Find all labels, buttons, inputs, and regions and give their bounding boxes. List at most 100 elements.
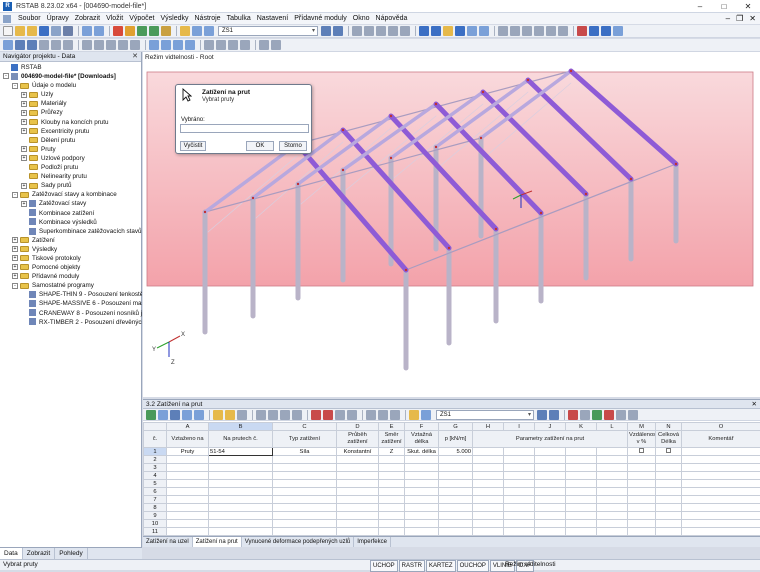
column-letter[interactable]: L — [597, 423, 628, 431]
tree-item[interactable]: +Pomocné objekty — [0, 263, 142, 272]
status-cartesian[interactable]: KARTEZ — [426, 560, 456, 572]
table-copy-icon[interactable] — [225, 410, 235, 420]
table-paste-icon[interactable] — [237, 410, 247, 420]
tree-item[interactable]: +Zatížení — [0, 236, 142, 245]
table-cell[interactable] — [405, 496, 439, 504]
tool-d-icon[interactable] — [534, 26, 544, 36]
table-cell[interactable]: Konstantní — [337, 448, 379, 456]
table-cell[interactable] — [337, 464, 379, 472]
expand-icon[interactable]: + — [12, 255, 18, 261]
tab-imperfections[interactable]: Imperfekce — [354, 537, 391, 547]
table-cell[interactable] — [566, 480, 597, 488]
table-cell[interactable] — [405, 456, 439, 464]
table-row[interactable]: 6 — [144, 488, 760, 496]
table-cell[interactable] — [379, 488, 405, 496]
tool-e-icon[interactable] — [546, 26, 556, 36]
table-cell[interactable]: Pruty — [167, 448, 209, 456]
child-restore-button[interactable]: ❐ — [736, 13, 743, 25]
tree-item[interactable]: -Zatěžovací stavy a kombinace — [0, 190, 142, 199]
navigator-icon[interactable] — [204, 26, 214, 36]
table-cell[interactable] — [504, 480, 535, 488]
table-cell[interactable] — [535, 512, 566, 520]
table-cell[interactable] — [566, 472, 597, 480]
table-cell[interactable] — [405, 488, 439, 496]
tree-item[interactable]: Nelinearity prutu — [0, 172, 142, 181]
table-cell[interactable] — [535, 504, 566, 512]
tree-item[interactable]: RSTAB — [0, 63, 142, 72]
calculate-icon[interactable] — [113, 26, 123, 36]
expand-icon[interactable]: + — [12, 273, 18, 279]
selected-input[interactable] — [180, 124, 309, 133]
support-icon[interactable] — [39, 40, 49, 50]
table-cell[interactable] — [504, 520, 535, 528]
table-cell[interactable] — [405, 472, 439, 480]
table-cell[interactable] — [167, 464, 209, 472]
table-row[interactable]: 5 — [144, 480, 760, 488]
table-row[interactable]: 3 — [144, 464, 760, 472]
node-point[interactable] — [630, 178, 632, 180]
tree-item[interactable]: CRANEWAY 8 - Posouzení nosníků je — [0, 309, 142, 318]
table-cell[interactable] — [566, 456, 597, 464]
collapse-icon[interactable]: - — [3, 73, 9, 79]
expand-icon[interactable]: + — [12, 237, 18, 243]
open-icon[interactable] — [15, 26, 25, 36]
table-cell[interactable] — [405, 520, 439, 528]
maximize-button[interactable]: □ — [712, 0, 736, 13]
table-units-icon[interactable] — [409, 410, 419, 420]
status-grid[interactable]: RASTR — [399, 560, 425, 572]
table-cell[interactable] — [273, 456, 337, 464]
node-point[interactable] — [480, 137, 482, 139]
table-import-icon[interactable] — [335, 410, 345, 420]
menu-vysledky[interactable]: Výsledky — [157, 13, 191, 25]
menu-vypocet[interactable]: Výpočet — [126, 13, 157, 25]
table-row[interactable]: 9 — [144, 512, 760, 520]
copy-icon[interactable] — [94, 40, 104, 50]
table-cell[interactable] — [273, 464, 337, 472]
table-cell[interactable] — [167, 480, 209, 488]
render-1-icon[interactable] — [419, 26, 429, 36]
table-cell[interactable]: Síla — [273, 448, 337, 456]
comment-icon[interactable] — [173, 40, 183, 50]
render-5-icon[interactable] — [467, 26, 477, 36]
table-cell[interactable] — [628, 448, 656, 456]
table-cell[interactable] — [273, 480, 337, 488]
clear-button[interactable]: Vyčistit — [180, 141, 206, 151]
table-cell[interactable] — [628, 512, 656, 520]
table-cell[interactable] — [535, 488, 566, 496]
tool-h-icon[interactable] — [589, 26, 599, 36]
table-cell[interactable] — [439, 464, 473, 472]
table-cell[interactable] — [379, 464, 405, 472]
table-cell[interactable] — [379, 456, 405, 464]
node-point[interactable] — [448, 247, 450, 249]
node-icon[interactable] — [15, 40, 25, 50]
prev-icon[interactable] — [321, 26, 331, 36]
print-icon[interactable] — [63, 26, 73, 36]
tool-j-icon[interactable] — [613, 26, 623, 36]
rotate-icon[interactable] — [106, 40, 116, 50]
table-cell[interactable] — [167, 512, 209, 520]
table-cell[interactable] — [628, 496, 656, 504]
table-cell[interactable] — [656, 472, 682, 480]
table-cell[interactable] — [473, 504, 504, 512]
column-letter[interactable]: J — [535, 423, 566, 431]
menu-vlozit[interactable]: Vložit — [103, 13, 126, 25]
table-cell[interactable] — [682, 488, 760, 496]
table-cell[interactable] — [656, 504, 682, 512]
results-icon[interactable] — [125, 26, 135, 36]
table-cell[interactable] — [439, 480, 473, 488]
table-cell[interactable] — [656, 480, 682, 488]
table-cell[interactable] — [473, 520, 504, 528]
table-cell[interactable] — [209, 464, 273, 472]
table-cell[interactable] — [337, 520, 379, 528]
table-cell[interactable] — [209, 488, 273, 496]
table-cell[interactable] — [682, 512, 760, 520]
tree-item[interactable]: -Samostatné programy — [0, 281, 142, 290]
coord-icon[interactable] — [240, 40, 250, 50]
column-letter[interactable]: K — [566, 423, 597, 431]
table-cell[interactable] — [473, 528, 504, 536]
table-cell[interactable] — [682, 504, 760, 512]
view-tool-3-icon[interactable] — [376, 26, 386, 36]
table-cell[interactable] — [597, 464, 628, 472]
table-cell[interactable] — [337, 528, 379, 536]
tree-item[interactable]: Podloží prutu — [0, 163, 142, 172]
